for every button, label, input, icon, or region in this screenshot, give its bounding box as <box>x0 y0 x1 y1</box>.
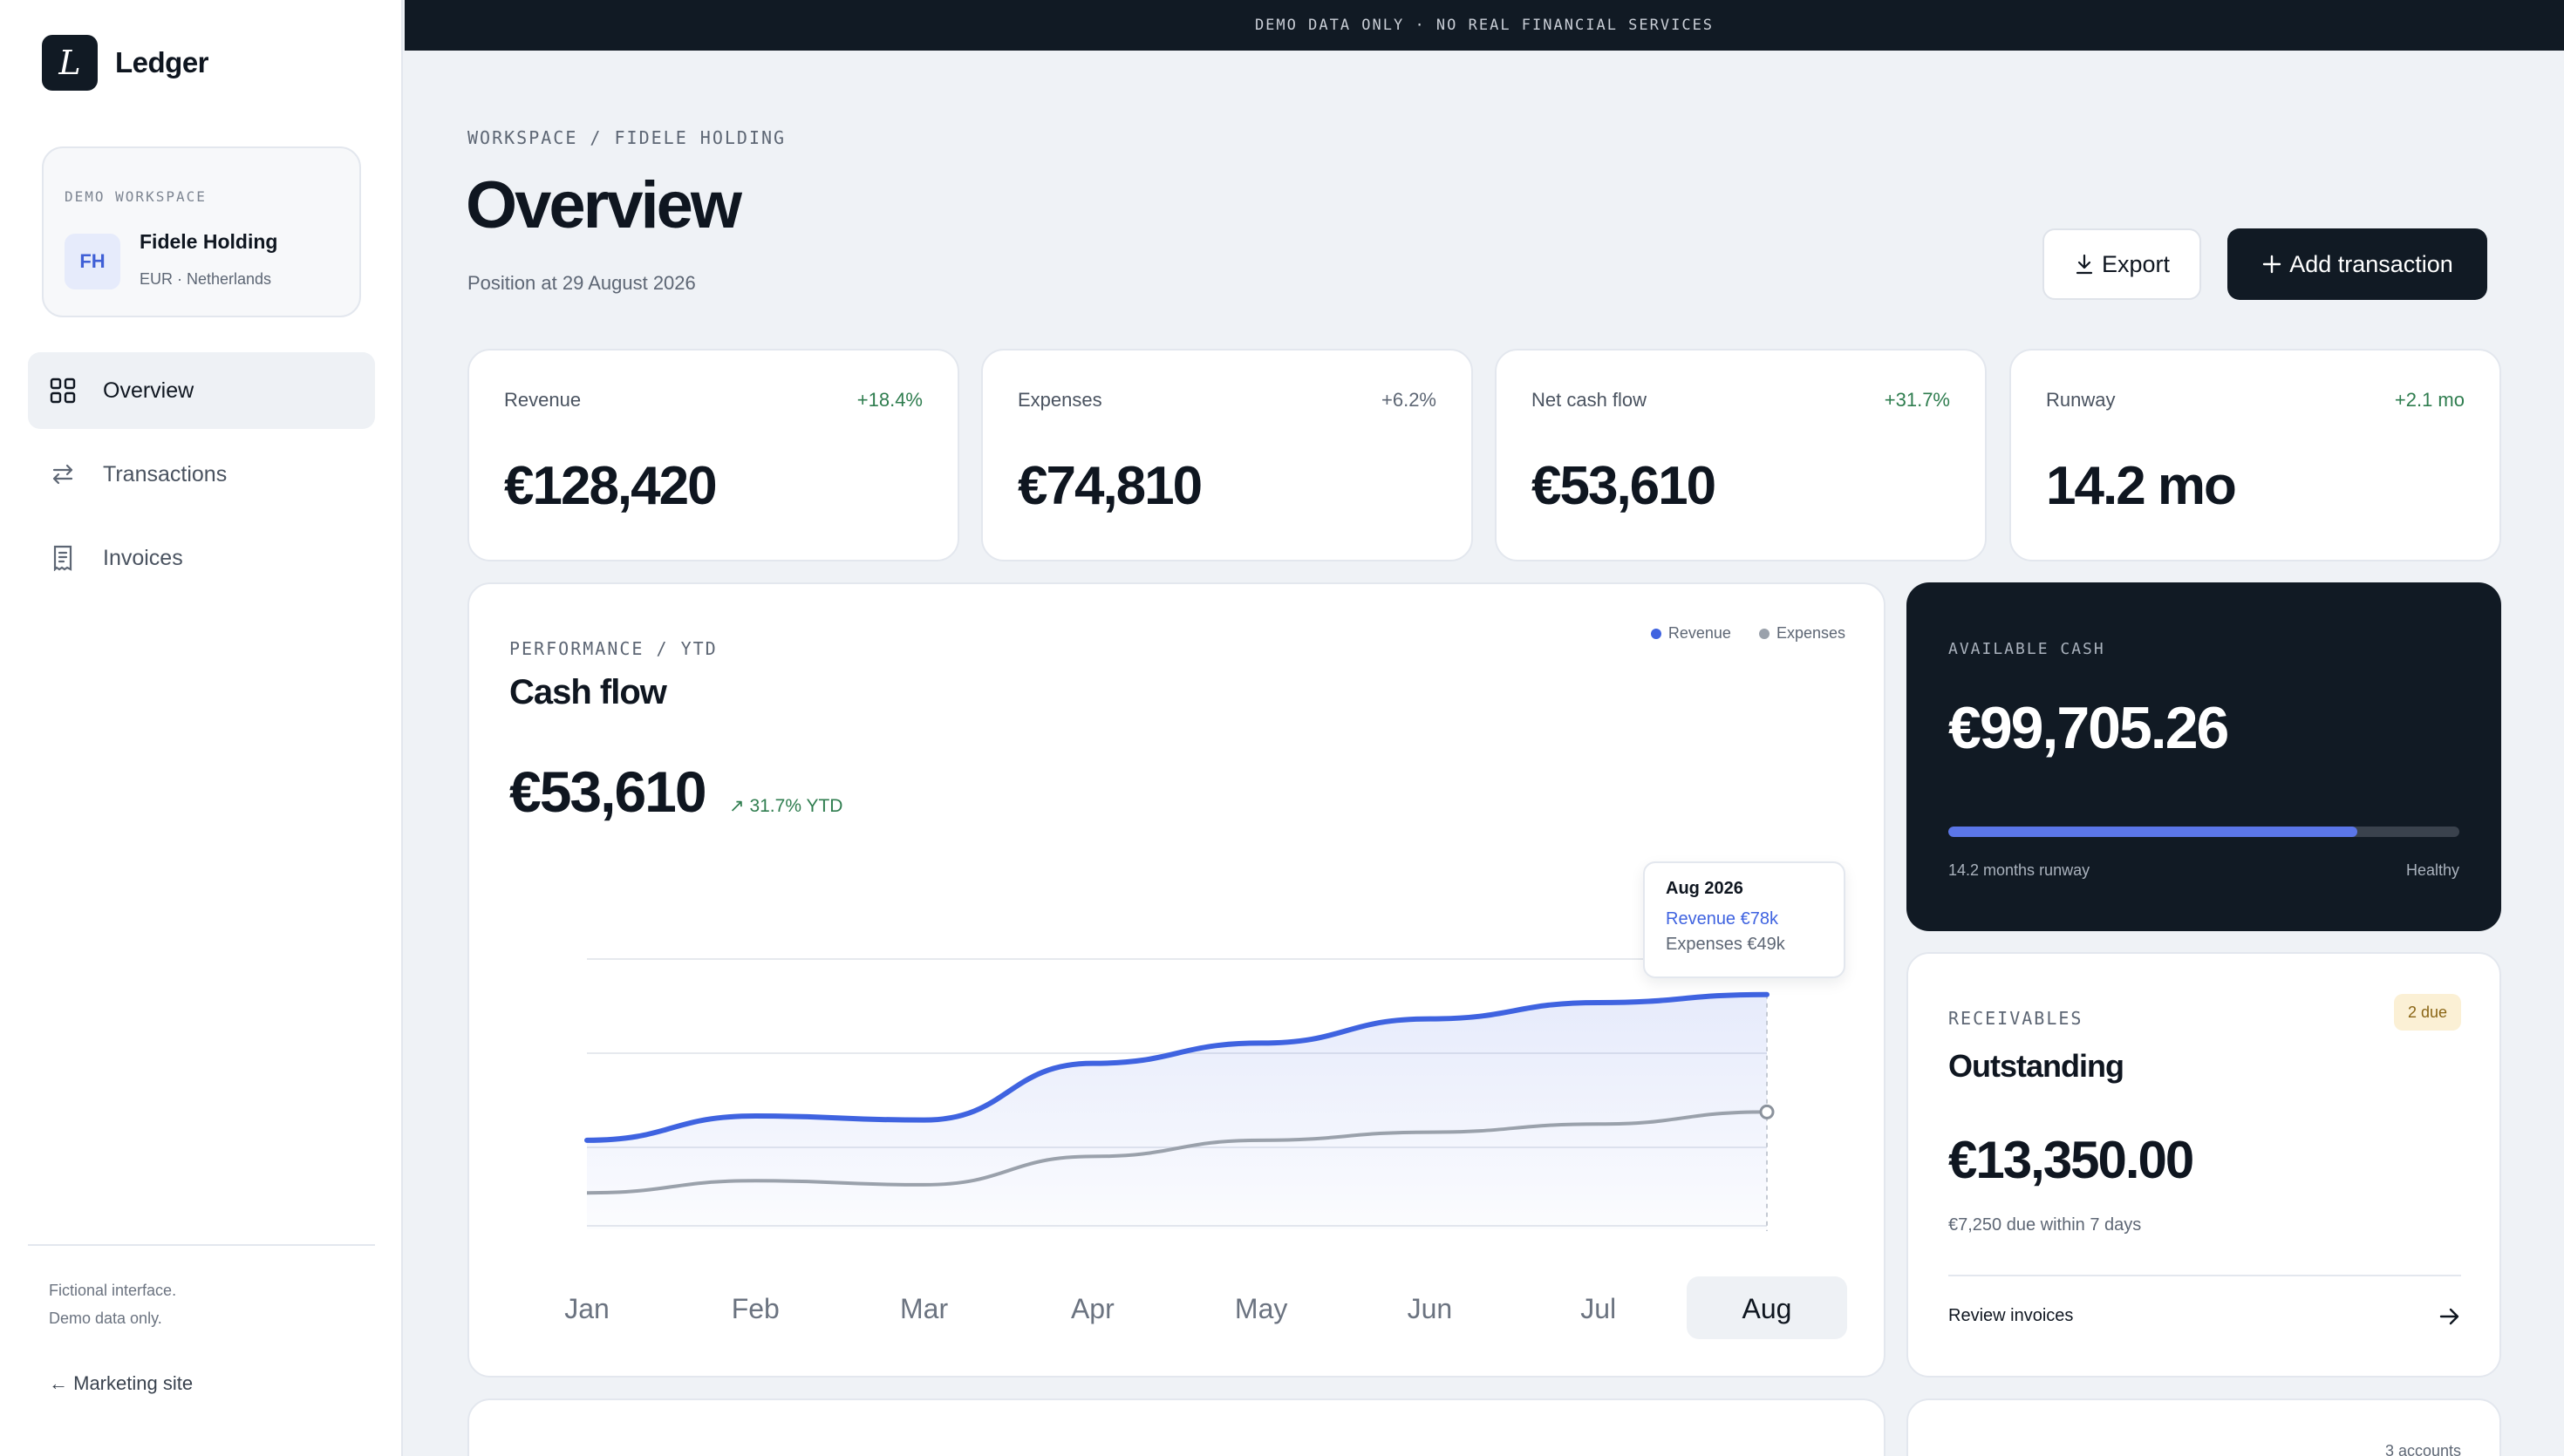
review-invoices-label: Review invoices <box>1948 1306 2074 1325</box>
kpi-delta: +31.7% <box>1884 389 1950 411</box>
kpi-value: €74,810 <box>1018 456 1203 516</box>
kpi-delta: +18.4% <box>856 389 923 411</box>
chart-legend: Revenue Expenses <box>1623 624 1845 643</box>
kpi-label: Net cash flow <box>1531 389 1647 411</box>
receivables-divider <box>1948 1275 2461 1276</box>
cash-flow-change: ↗ 31.7% YTD <box>729 795 842 817</box>
tooltip-title: Aug 2026 <box>1666 879 1743 898</box>
tooltip-revenue: Revenue €78k <box>1666 909 1778 929</box>
note-line: Demo data only. <box>49 1310 162 1327</box>
legend-expenses: Expenses <box>1758 624 1845 643</box>
trend-up-icon: ↗ <box>729 796 745 816</box>
brand[interactable]: L Ledger <box>42 35 209 91</box>
brand-name: Ledger <box>115 46 209 78</box>
page-subtitle: Position at 29 August 2026 <box>467 272 696 294</box>
workspace-meta: EUR · Netherlands <box>140 270 272 288</box>
download-icon <box>2076 254 2093 275</box>
workspace-avatar: FH <box>65 234 120 289</box>
cash-flow-value: €53,610 <box>509 759 707 824</box>
ledger-logo-icon: L <box>42 35 98 91</box>
cash-flow-tag: PERFORMANCE / YTD <box>509 638 718 659</box>
month-tab-jun[interactable]: Jun <box>1408 1293 1453 1324</box>
due-badge: 2 due <box>2393 994 2461 1031</box>
receivables-sub: €7,250 due within 7 days <box>1948 1215 2142 1235</box>
export-label: Export <box>2101 250 2171 277</box>
document-icon <box>49 544 77 572</box>
legend-label: Expenses <box>1776 624 1845 642</box>
kpi-card-revenue: Revenue +18.4% €128,420 <box>467 349 959 561</box>
sidebar-item-invoices[interactable]: Invoices <box>28 520 375 596</box>
available-cash-value: €99,705.26 <box>1948 695 2229 761</box>
month-tab-aug[interactable]: Aug <box>1742 1293 1792 1324</box>
legend-dot <box>1758 628 1770 639</box>
marketing-site-link[interactable]: ← Marketing site <box>49 1372 193 1395</box>
receivables-card: RECEIVABLES 2 due Outstanding €13,350.00… <box>1906 952 2501 1378</box>
workspace-switcher[interactable]: DEMO WORKSPACE FH Fidele Holding EUR · N… <box>42 146 361 317</box>
sidebar-item-transactions[interactable]: Transactions <box>28 436 375 513</box>
kpi-label: Runway <box>2046 389 2116 411</box>
month-tab-jan[interactable]: Jan <box>564 1293 610 1324</box>
available-cash-card: AVAILABLE CASH €99,705.26 14.2 months ru… <box>1906 582 2501 931</box>
month-tab-feb[interactable]: Feb <box>732 1293 780 1324</box>
month-tab-mar[interactable]: Mar <box>900 1293 948 1324</box>
export-button[interactable]: Export <box>2042 228 2201 300</box>
runway-status: Healthy <box>2405 861 2459 879</box>
available-cash-tag: AVAILABLE CASH <box>1948 640 2105 658</box>
sidebar-item-overview[interactable]: Overview <box>28 352 375 429</box>
kpi-delta: +6.2% <box>1381 389 1436 411</box>
cash-flow-change-label: 31.7% YTD <box>749 796 843 816</box>
kpi-label: Revenue <box>504 389 582 411</box>
plus-icon <box>2262 255 2281 274</box>
transactions-card <box>467 1398 1885 1456</box>
month-tab-apr[interactable]: Apr <box>1071 1293 1115 1324</box>
accounts-count: 3 accounts <box>2384 1442 2461 1456</box>
sidebar-nav: Overview Transactions Invoices <box>28 352 375 603</box>
page-title: Overview <box>466 168 742 242</box>
kpi-label: Expenses <box>1018 389 1102 411</box>
review-invoices-link[interactable]: Review invoices <box>1948 1306 2461 1326</box>
month-tab-jul[interactable]: Jul <box>1580 1293 1616 1324</box>
expenses-point-marker <box>1759 1104 1775 1119</box>
sidebar-item-label: Transactions <box>103 461 228 486</box>
receivables-value: €13,350.00 <box>1948 1131 2194 1189</box>
cash-flow-chart: Jan Feb Mar Apr May Jun Jul Aug <box>564 958 1847 1339</box>
receivables-title: Outstanding <box>1948 1048 2124 1084</box>
sidebar-note: Fictional interface. Demo data only. <box>49 1276 176 1332</box>
kpi-card-expenses: Expenses +6.2% €74,810 <box>981 349 1473 561</box>
accounts-card: 3 accounts <box>1906 1398 2501 1456</box>
revenue-area <box>587 994 1767 1229</box>
month-tab-may[interactable]: May <box>1235 1293 1287 1324</box>
legend-label: Revenue <box>1667 624 1731 642</box>
arrows-swap-icon <box>49 460 77 488</box>
runway-label: 14.2 months runway <box>1948 861 2090 879</box>
kpi-value: €128,420 <box>504 456 718 516</box>
kpi-delta: +2.1 mo <box>2394 389 2465 411</box>
sidebar: L Ledger DEMO WORKSPACE FH Fidele Holdin… <box>0 0 403 1456</box>
legend-dot <box>1650 628 1661 639</box>
legend-revenue: Revenue <box>1650 624 1731 643</box>
demo-banner: DEMO DATA ONLY · NO REAL FINANCIAL SERVI… <box>405 0 2564 51</box>
runway-progress-fill <box>1948 827 2357 837</box>
cash-flow-title: Cash flow <box>509 673 667 711</box>
note-line: Fictional interface. <box>49 1282 177 1299</box>
sidebar-item-label: Overview <box>103 378 194 403</box>
chart-tooltip: Aug 2026 Revenue €78k Expenses €49k <box>1643 861 1845 978</box>
kpi-card-net-cash-flow: Net cash flow +31.7% €53,610 <box>1495 349 1987 561</box>
tooltip-expenses: Expenses €49k <box>1666 935 1785 954</box>
runway-progress-bar <box>1948 827 2459 837</box>
add-transaction-label: Add transaction <box>2289 250 2453 277</box>
sidebar-item-label: Invoices <box>103 545 183 570</box>
kpi-card-runway: Runway +2.1 mo 14.2 mo <box>2009 349 2501 561</box>
sidebar-divider <box>28 1244 375 1246</box>
kpi-value: €53,610 <box>1531 456 1716 516</box>
workspace-name: Fidele Holding <box>140 230 278 253</box>
arrow-right-icon <box>2439 1308 2459 1324</box>
kpi-value: 14.2 mo <box>2046 456 2237 516</box>
grid-icon <box>49 377 77 405</box>
add-transaction-button[interactable]: Add transaction <box>2227 228 2487 300</box>
receivables-tag: RECEIVABLES <box>1948 1008 2083 1029</box>
breadcrumb: WORKSPACE / FIDELE HOLDING <box>467 127 787 148</box>
workspace-tag: DEMO WORKSPACE <box>65 188 207 205</box>
cash-flow-card: Jan Feb Mar Apr May Jun Jul Aug PERFORMANCE / Y… <box>467 582 1885 1378</box>
